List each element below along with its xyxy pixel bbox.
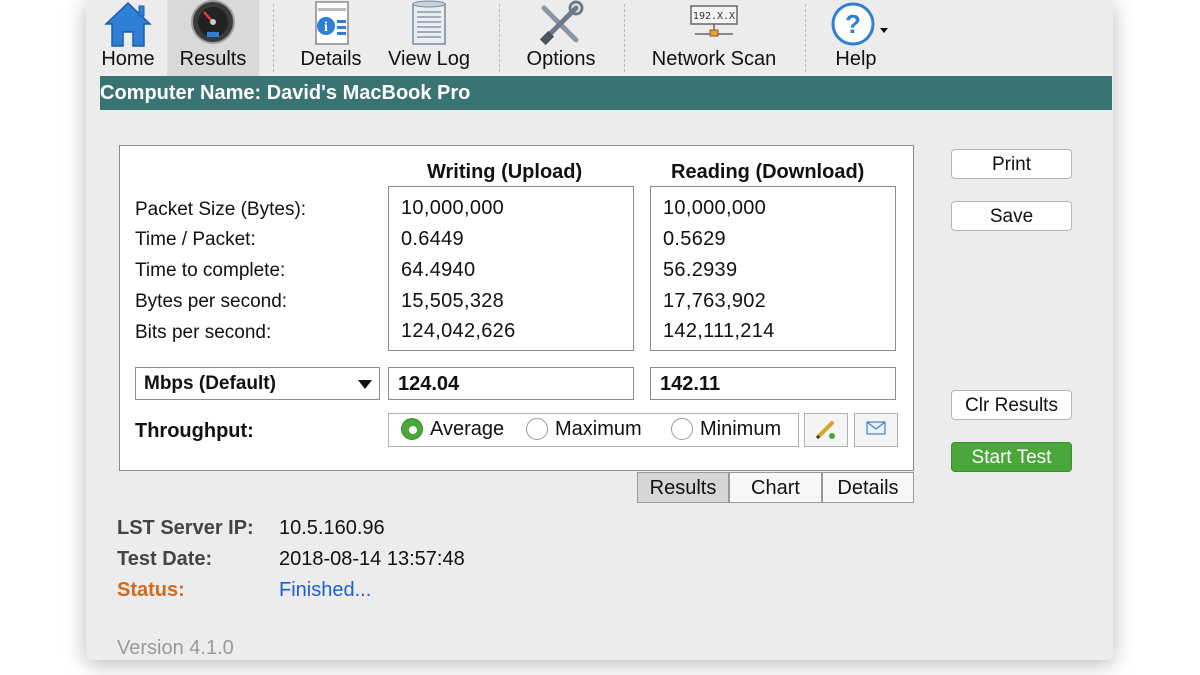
upload-time-to-complete: 64.4940 — [401, 259, 476, 281]
results-panel: Writing (Upload) Reading (Download) Pack… — [119, 145, 914, 471]
throughput-minimum-label: Minimum — [700, 418, 782, 440]
upload-column-header: Writing (Upload) — [427, 161, 583, 183]
download-values-box: 10,000,000 0.5629 56.2939 17,763,902 142… — [650, 186, 896, 351]
row-label-bits-per-second: Bits per second: — [135, 322, 272, 343]
tab-chart[interactable]: Chart — [729, 472, 822, 503]
toolbar-details-button[interactable]: i Details — [296, 0, 366, 76]
row-label-time-to-complete: Time to complete: — [135, 260, 286, 281]
email-button[interactable] — [854, 413, 898, 447]
radio-selected-icon — [401, 418, 423, 440]
upload-mbps-field: 124.04 — [388, 367, 634, 400]
toolbar-results-button[interactable]: Results — [167, 0, 259, 76]
version-label: Version 4.1.0 — [117, 637, 234, 659]
download-mbps-field: 142.11 — [650, 367, 896, 400]
test-date-label: Test Date: — [117, 548, 213, 570]
test-date-value: 2018-08-14 13:57:48 — [279, 548, 465, 570]
svg-text:?: ? — [845, 9, 861, 39]
dropdown-arrow-icon — [358, 380, 372, 389]
radio-unselected-icon — [671, 418, 693, 440]
toolbar-help-label: Help — [835, 48, 877, 70]
toolbar-details-label: Details — [300, 48, 362, 70]
download-time-per-packet: 0.5629 — [663, 228, 726, 250]
throughput-average-label: Average — [430, 418, 505, 440]
download-bits-per-second: 142,111,214 — [663, 320, 775, 342]
edit-button[interactable] — [804, 413, 848, 447]
upload-bytes-per-second: 15,505,328 — [401, 290, 505, 312]
pencil-icon — [815, 421, 835, 440]
download-packet-size: 10,000,000 — [663, 197, 767, 219]
log-document-icon — [412, 0, 446, 45]
download-bytes-per-second: 17,763,902 — [663, 290, 767, 312]
info-document-icon: i — [315, 1, 349, 45]
network-scan-icon: 192.X.X — [690, 5, 738, 37]
download-time-to-complete: 56.2939 — [663, 259, 738, 281]
clear-results-button[interactable]: Clr Results — [951, 390, 1072, 420]
row-label-packet-size: Packet Size (Bytes): — [135, 199, 307, 220]
server-ip-label: LST Server IP: — [117, 517, 254, 539]
svg-text:i: i — [324, 20, 328, 35]
row-label-time-per-packet: Time / Packet: — [135, 229, 256, 250]
upload-bits-per-second: 124,042,626 — [401, 320, 516, 342]
toolbar-home-button[interactable]: Home — [98, 0, 158, 76]
upload-mbps-value: 124.04 — [398, 373, 460, 395]
toolbar-networkscan-button[interactable]: 192.X.X Network Scan — [644, 0, 784, 76]
status-label: Status: — [117, 579, 185, 601]
print-button[interactable]: Print — [951, 149, 1072, 179]
upload-values-box: 10,000,000 0.6449 64.4940 15,505,328 124… — [388, 186, 634, 351]
toolbar-results-label: Results — [179, 48, 247, 70]
app-window: Home Results i Details View Log Options … — [86, 0, 1113, 660]
toolbar-viewlog-label: View Log — [388, 48, 470, 70]
toolbar-options-label: Options — [526, 48, 596, 70]
home-icon — [104, 1, 152, 47]
throughput-radio-group: Average Maximum Minimum — [388, 413, 799, 447]
server-ip-value: 10.5.160.96 — [279, 517, 385, 539]
computer-name-text: Computer Name: David's MacBook Pro — [100, 82, 471, 104]
tools-icon — [539, 0, 584, 46]
toolbar-options-button[interactable]: Options — [520, 0, 602, 76]
status-value: Finished... — [279, 579, 372, 601]
download-mbps-value: 142.11 — [660, 373, 721, 395]
computer-name-banner: Computer Name: David's MacBook Pro — [100, 76, 1112, 110]
toolbar-separator — [624, 4, 625, 72]
unit-select[interactable]: Mbps (Default) — [135, 367, 380, 400]
upload-time-per-packet: 0.6449 — [401, 228, 464, 250]
toolbar-networkscan-label: Network Scan — [651, 48, 777, 70]
toolbar-help-button[interactable]: ? Help — [824, 0, 888, 76]
toolbar-viewlog-button[interactable]: View Log — [383, 0, 475, 76]
speedometer-icon — [191, 0, 235, 44]
throughput-label: Throughput: — [135, 420, 254, 442]
start-test-button[interactable]: Start Test — [951, 442, 1072, 472]
tab-details[interactable]: Details — [822, 472, 914, 503]
toolbar-separator — [499, 4, 500, 72]
envelope-icon — [866, 421, 886, 435]
save-button[interactable]: Save — [951, 201, 1072, 231]
unit-select-value: Mbps (Default) — [144, 373, 276, 394]
toolbar-separator — [273, 4, 274, 72]
row-label-bytes-per-second: Bytes per second: — [135, 291, 288, 312]
tab-results[interactable]: Results — [637, 472, 729, 503]
help-icon: ? — [831, 2, 888, 46]
toolbar: Home Results i Details View Log Options … — [86, 0, 1113, 76]
toolbar-separator — [805, 4, 806, 72]
radio-unselected-icon — [526, 418, 548, 440]
svg-text:192.X.X: 192.X.X — [693, 11, 735, 22]
download-column-header: Reading (Download) — [671, 161, 865, 183]
toolbar-home-label: Home — [101, 48, 155, 70]
throughput-maximum-label: Maximum — [555, 418, 642, 440]
upload-packet-size: 10,000,000 — [401, 197, 505, 219]
